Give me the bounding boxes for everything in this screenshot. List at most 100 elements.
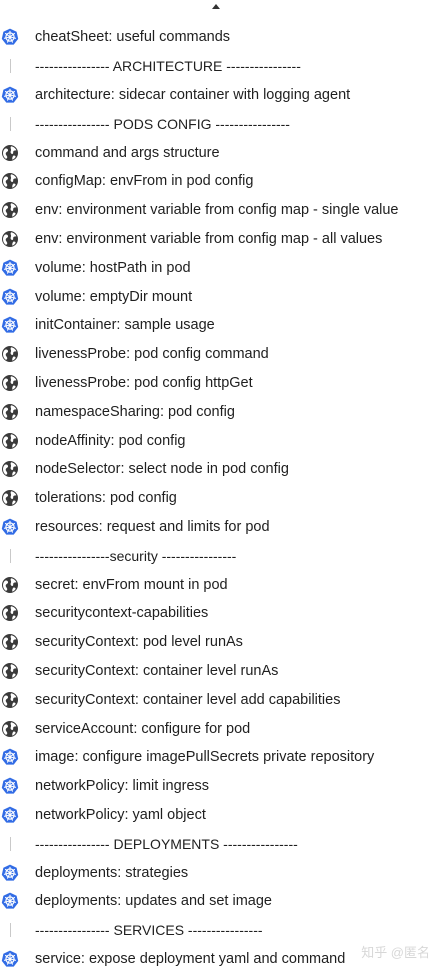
list-item[interactable]: serviceAccount: configure for pod [0, 714, 442, 743]
list-item[interactable]: image: configure imagePullSecrets privat… [0, 743, 442, 772]
separator-line [1, 117, 19, 131]
globe-icon [1, 720, 19, 738]
list-item-label: livenessProbe: pod config command [35, 346, 269, 362]
globe-icon [1, 374, 19, 392]
list-item[interactable]: command and args structure [0, 138, 442, 167]
globe-icon [1, 230, 19, 248]
list-item-label: secret: envFrom mount in pod [35, 577, 228, 593]
globe-icon [1, 662, 19, 680]
list-item-label: volume: emptyDir mount [35, 289, 192, 305]
globe-icon [1, 604, 19, 622]
separator-line [1, 837, 19, 851]
scroll-up-arrow-icon[interactable] [210, 2, 222, 10]
globe-icon [1, 576, 19, 594]
list-item[interactable]: resources: request and limits for pod [0, 513, 442, 542]
separator-line [1, 549, 19, 563]
globe-icon [1, 201, 19, 219]
section-separator: ---------------- ARCHITECTURE ----------… [0, 52, 442, 81]
list-item[interactable]: cheatSheet: useful commands [0, 23, 442, 52]
list-item[interactable]: securityContext: container level add cap… [0, 685, 442, 714]
list-item[interactable]: deployments: updates and set image [0, 887, 442, 916]
globe-icon [1, 460, 19, 478]
list-item[interactable]: volume: emptyDir mount [0, 282, 442, 311]
list-item[interactable]: securitycontext-capabilities [0, 599, 442, 628]
list-item-label: serviceAccount: configure for pod [35, 721, 250, 737]
separator-line [1, 59, 19, 73]
globe-icon [1, 489, 19, 507]
globe-icon [1, 144, 19, 162]
separator-label: ---------------- SERVICES --------------… [35, 922, 263, 938]
globe-icon [1, 691, 19, 709]
list-item-label: networkPolicy: yaml object [35, 807, 206, 823]
kubernetes-icon [1, 28, 19, 46]
list-item-label: env: environment variable from config ma… [35, 202, 398, 218]
list-item-label: env: environment variable from config ma… [35, 231, 382, 247]
list-item-label: service: expose deployment yaml and comm… [35, 951, 345, 967]
list-item-label: volume: hostPath in pod [35, 260, 191, 276]
list-item-label: livenessProbe: pod config httpGet [35, 375, 253, 391]
list-item[interactable]: volume: hostPath in pod [0, 253, 442, 282]
separator-label: ---------------- PODS CONFIG -----------… [35, 116, 290, 132]
list-item-label: resources: request and limits for pod [35, 519, 270, 535]
list-item-label: namespaceSharing: pod config [35, 404, 235, 420]
list-item[interactable]: securityContext: container level runAs [0, 657, 442, 686]
list-item[interactable]: networkPolicy: yaml object [0, 801, 442, 830]
kubernetes-icon [1, 316, 19, 334]
kubernetes-icon [1, 864, 19, 882]
list-item[interactable]: env: environment variable from config ma… [0, 196, 442, 225]
separator-line [1, 923, 19, 937]
list-item-label: securityContext: container level add cap… [35, 692, 340, 708]
separator-label: ---------------- ARCHITECTURE ----------… [35, 58, 301, 74]
snippet-list: cheatSheet: useful commands -------------… [0, 23, 442, 973]
list-item-label: configMap: envFrom in pod config [35, 173, 253, 189]
list-item-label: nodeAffinity: pod config [35, 433, 185, 449]
globe-icon [1, 345, 19, 363]
globe-icon [1, 172, 19, 190]
list-item[interactable]: livenessProbe: pod config httpGet [0, 369, 442, 398]
list-item[interactable]: namespaceSharing: pod config [0, 397, 442, 426]
list-item-label: tolerations: pod config [35, 490, 177, 506]
section-separator: ---------------- SERVICES --------------… [0, 916, 442, 945]
list-item-label: initContainer: sample usage [35, 317, 215, 333]
list-item[interactable]: nodeSelector: select node in pod config [0, 455, 442, 484]
list-item-label: image: configure imagePullSecrets privat… [35, 749, 374, 765]
kubernetes-icon [1, 748, 19, 766]
list-item-label: cheatSheet: useful commands [35, 29, 230, 45]
kubernetes-icon [1, 806, 19, 824]
globe-icon [1, 432, 19, 450]
list-item-label: securitycontext-capabilities [35, 605, 208, 621]
list-item-label: deployments: updates and set image [35, 893, 272, 909]
kubernetes-icon [1, 259, 19, 277]
list-item[interactable]: architecture: sidecar container with log… [0, 81, 442, 110]
kubernetes-icon [1, 288, 19, 306]
section-separator: ----------------security ---------------… [0, 541, 442, 570]
list-item[interactable]: securityContext: pod level runAs [0, 628, 442, 657]
list-item[interactable]: networkPolicy: limit ingress [0, 772, 442, 801]
kubernetes-icon [1, 950, 19, 968]
list-item[interactable]: configMap: envFrom in pod config [0, 167, 442, 196]
list-item-label: architecture: sidecar container with log… [35, 87, 350, 103]
list-item[interactable]: initContainer: sample usage [0, 311, 442, 340]
kubernetes-icon [1, 518, 19, 536]
section-separator: ---------------- PODS CONFIG -----------… [0, 109, 442, 138]
list-item-label: command and args structure [35, 145, 220, 161]
list-item[interactable]: nodeAffinity: pod config [0, 426, 442, 455]
list-item-label: networkPolicy: limit ingress [35, 778, 209, 794]
separator-label: ----------------security ---------------… [35, 548, 236, 564]
globe-icon [1, 403, 19, 421]
kubernetes-icon [1, 777, 19, 795]
list-item[interactable]: env: environment variable from config ma… [0, 225, 442, 254]
globe-icon [1, 633, 19, 651]
section-separator: ---------------- DEPLOYMENTS -----------… [0, 829, 442, 858]
list-item[interactable]: deployments: strategies [0, 858, 442, 887]
list-item[interactable]: livenessProbe: pod config command [0, 340, 442, 369]
list-item[interactable]: tolerations: pod config [0, 484, 442, 513]
list-item-label: nodeSelector: select node in pod config [35, 461, 289, 477]
kubernetes-icon [1, 892, 19, 910]
list-item-label: securityContext: container level runAs [35, 663, 278, 679]
list-item-label: deployments: strategies [35, 865, 188, 881]
list-item-label: securityContext: pod level runAs [35, 634, 243, 650]
list-item[interactable]: secret: envFrom mount in pod [0, 570, 442, 599]
kubernetes-icon [1, 86, 19, 104]
separator-label: ---------------- DEPLOYMENTS -----------… [35, 836, 298, 852]
